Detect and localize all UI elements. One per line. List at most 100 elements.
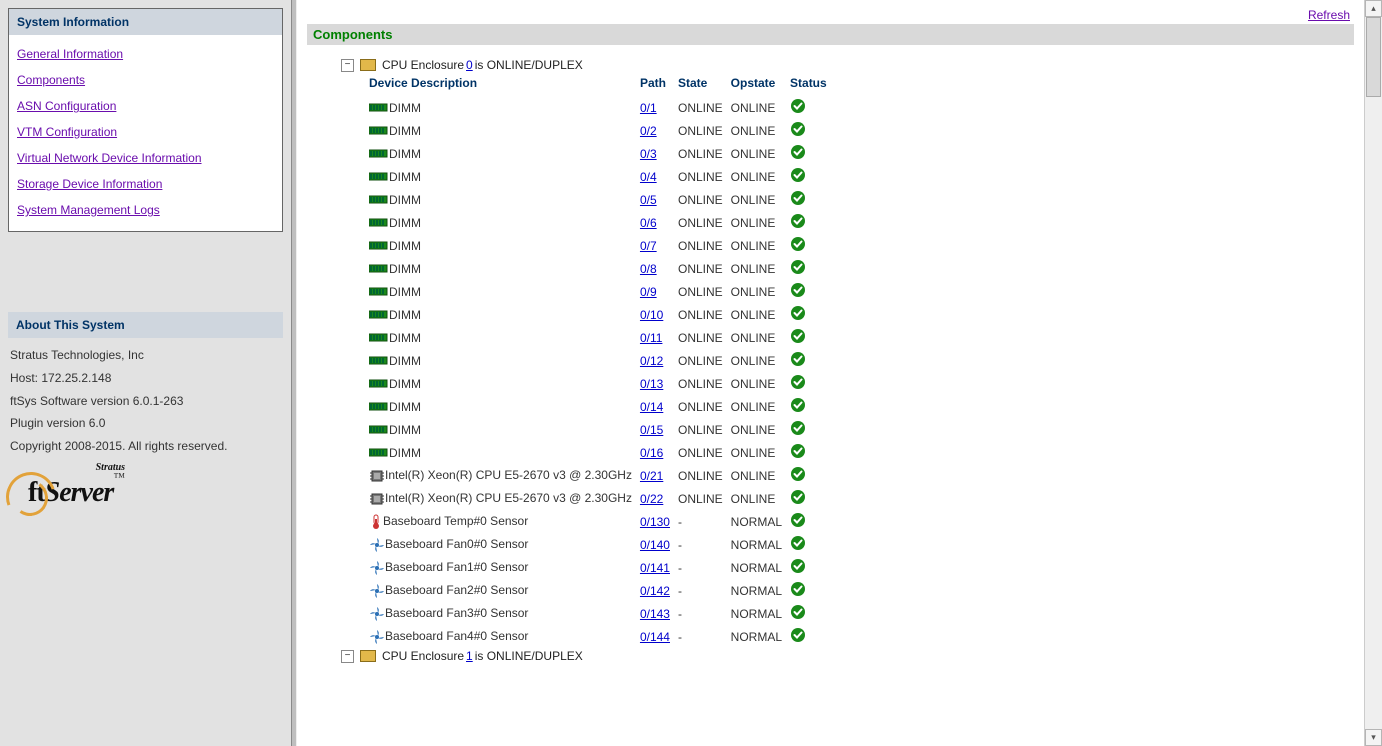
device-path-link[interactable]: 0/15 xyxy=(640,423,663,437)
dimm-icon xyxy=(369,194,389,206)
enclosure-id-link[interactable]: 0 xyxy=(466,58,473,72)
status-ok-icon xyxy=(790,190,806,206)
device-path-link[interactable]: 0/2 xyxy=(640,124,657,138)
device-path-link[interactable]: 0/10 xyxy=(640,308,663,322)
device-status xyxy=(790,510,835,533)
device-desc: Baseboard Fan4#0 Sensor xyxy=(385,629,528,643)
device-row: DIMM0/7ONLINEONLINE xyxy=(369,234,835,257)
device-opstate: ONLINE xyxy=(731,372,790,395)
fan-icon xyxy=(369,629,385,645)
device-desc: Baseboard Temp#0 Sensor xyxy=(383,514,528,528)
device-path-link[interactable]: 0/5 xyxy=(640,193,657,207)
nav-link-storage-device-information[interactable]: Storage Device Information xyxy=(17,177,162,191)
tree-toggle[interactable]: − xyxy=(341,650,354,663)
status-ok-icon xyxy=(790,259,806,275)
col-opstate: Opstate xyxy=(731,73,790,96)
device-opstate: ONLINE xyxy=(731,211,790,234)
device-desc: DIMM xyxy=(389,285,421,299)
device-path-link[interactable]: 0/141 xyxy=(640,561,670,575)
device-path-link[interactable]: 0/22 xyxy=(640,492,663,506)
device-opstate: ONLINE xyxy=(731,349,790,372)
device-path-link[interactable]: 0/12 xyxy=(640,354,663,368)
status-ok-icon xyxy=(790,213,806,229)
col-status: Status xyxy=(790,73,835,96)
status-ok-icon xyxy=(790,305,806,321)
nav-link-virtual-network-device-information[interactable]: Virtual Network Device Information xyxy=(17,151,202,165)
enclosure-label: CPU Enclosure xyxy=(382,649,464,663)
about-plugin: Plugin version 6.0 xyxy=(10,412,281,435)
device-status xyxy=(790,441,835,464)
device-desc: DIMM xyxy=(389,147,421,161)
device-opstate: ONLINE xyxy=(731,487,790,510)
enclosure-id-link[interactable]: 1 xyxy=(466,649,473,663)
device-status xyxy=(790,165,835,188)
tree-toggle[interactable]: − xyxy=(341,59,354,72)
device-opstate: ONLINE xyxy=(731,280,790,303)
nav-link-components[interactable]: Components xyxy=(17,73,85,87)
device-state: ONLINE xyxy=(678,211,731,234)
device-opstate: ONLINE xyxy=(731,165,790,188)
scroll-down-arrow-icon[interactable]: ▾ xyxy=(1365,729,1382,746)
device-row: Baseboard Fan1#0 Sensor0/141-NORMAL xyxy=(369,556,835,579)
device-desc: DIMM xyxy=(389,216,421,230)
device-row: DIMM0/8ONLINEONLINE xyxy=(369,257,835,280)
device-path-link[interactable]: 0/4 xyxy=(640,170,657,184)
dimm-icon xyxy=(369,355,389,367)
device-path-link[interactable]: 0/3 xyxy=(640,147,657,161)
status-ok-icon xyxy=(790,98,806,114)
about-ftsys: ftSys Software version 6.0.1-263 xyxy=(10,390,281,413)
device-state: ONLINE xyxy=(678,234,731,257)
scroll-up-arrow-icon[interactable]: ▴ xyxy=(1365,0,1382,17)
device-desc-cell: Baseboard Temp#0 Sensor xyxy=(369,510,640,533)
nav-link-asn-configuration[interactable]: ASN Configuration xyxy=(17,99,116,113)
device-state: ONLINE xyxy=(678,441,731,464)
device-opstate: NORMAL xyxy=(731,556,790,579)
device-row: Baseboard Temp#0 Sensor0/130-NORMAL xyxy=(369,510,835,533)
section-title: Components xyxy=(307,24,1354,45)
device-desc: DIMM xyxy=(389,331,421,345)
device-state: ONLINE xyxy=(678,487,731,510)
device-desc-cell: Intel(R) Xeon(R) CPU E5-2670 v3 @ 2.30GH… xyxy=(369,487,640,510)
vertical-scrollbar[interactable]: ▴ ▾ xyxy=(1364,0,1382,746)
nav-link-general-information[interactable]: General Information xyxy=(17,47,123,61)
device-status xyxy=(790,142,835,165)
nav-link-system-management-logs[interactable]: System Management Logs xyxy=(17,203,160,217)
device-path-link[interactable]: 0/9 xyxy=(640,285,657,299)
device-desc-cell: DIMM xyxy=(369,119,640,142)
device-path-link[interactable]: 0/6 xyxy=(640,216,657,230)
dimm-icon xyxy=(369,171,389,183)
device-opstate: ONLINE xyxy=(731,96,790,119)
nav-link-vtm-configuration[interactable]: VTM Configuration xyxy=(17,125,117,139)
dimm-icon xyxy=(369,447,389,459)
device-row: DIMM0/15ONLINEONLINE xyxy=(369,418,835,441)
device-path-link[interactable]: 0/130 xyxy=(640,515,670,529)
status-ok-icon xyxy=(790,328,806,344)
device-path-link[interactable]: 0/16 xyxy=(640,446,663,460)
device-path-link[interactable]: 0/13 xyxy=(640,377,663,391)
refresh-link[interactable]: Refresh xyxy=(1308,8,1350,22)
device-path-link[interactable]: 0/14 xyxy=(640,400,663,414)
fan-icon xyxy=(369,583,385,599)
enclosure-row: −CPU Enclosure 0 is ONLINE/DUPLEX xyxy=(341,57,1354,73)
device-desc: DIMM xyxy=(389,262,421,276)
device-desc-cell: DIMM xyxy=(369,257,640,280)
device-path-link[interactable]: 0/11 xyxy=(640,331,662,345)
status-ok-icon xyxy=(790,627,806,643)
device-path-link[interactable]: 0/140 xyxy=(640,538,670,552)
device-path-link[interactable]: 0/8 xyxy=(640,262,657,276)
device-path-link[interactable]: 0/7 xyxy=(640,239,657,253)
col-state: State xyxy=(678,73,731,96)
device-path-link[interactable]: 0/144 xyxy=(640,630,670,644)
about-copyright: Copyright 2008-2015. All rights reserved… xyxy=(10,435,281,458)
device-path-link[interactable]: 0/1 xyxy=(640,101,657,115)
device-path-link[interactable]: 0/142 xyxy=(640,584,670,598)
device-path-link[interactable]: 0/143 xyxy=(640,607,670,621)
about-body: Stratus Technologies, Inc Host: 172.25.2… xyxy=(8,338,283,525)
device-opstate: NORMAL xyxy=(731,625,790,648)
enclosure-suffix: is ONLINE/DUPLEX xyxy=(475,58,583,72)
device-desc: DIMM xyxy=(389,170,421,184)
device-path-link[interactable]: 0/21 xyxy=(640,469,663,483)
status-ok-icon xyxy=(790,604,806,620)
device-desc-cell: Baseboard Fan3#0 Sensor xyxy=(369,602,640,625)
scroll-thumb[interactable] xyxy=(1366,17,1381,97)
